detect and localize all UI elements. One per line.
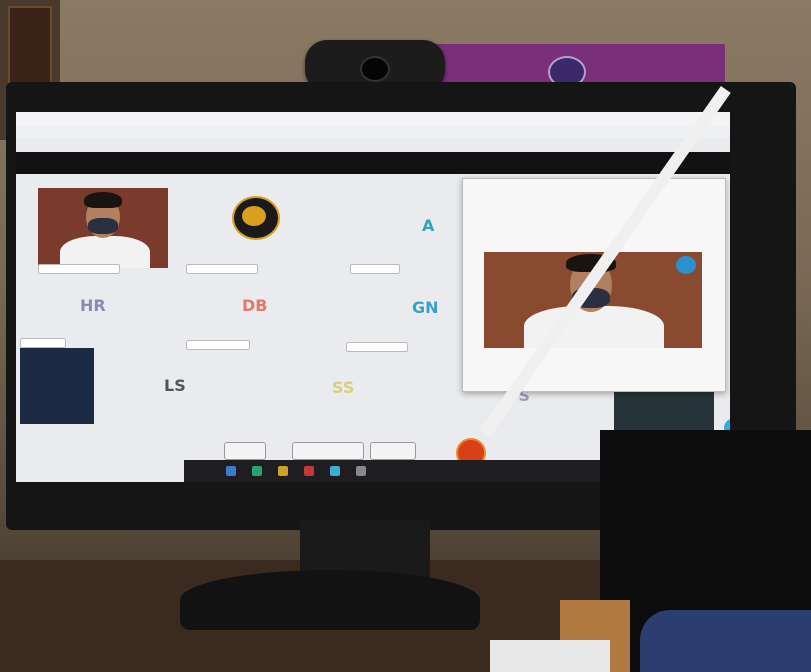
taskbar-app-icon[interactable] [278, 466, 288, 476]
participant-name-chip [186, 340, 250, 350]
webcam-lens [360, 56, 390, 82]
participant-initials-a[interactable]: A [422, 216, 434, 235]
taskbar-app-icon[interactable] [330, 466, 340, 476]
taskbar-app-icon[interactable] [252, 466, 262, 476]
photo-scene: A HR DB GN LS SS VS [0, 0, 811, 672]
control-button[interactable] [224, 442, 266, 460]
participant-initials-gn[interactable]: GN [412, 298, 439, 317]
taskbar-app-icon[interactable] [356, 466, 366, 476]
participant-initials-db[interactable]: DB [242, 296, 267, 315]
participant-video-tile-dark[interactable] [20, 348, 94, 424]
pin-icon[interactable] [676, 256, 696, 274]
participant-name-chip [38, 264, 120, 274]
taskbar-app-icon[interactable] [226, 466, 236, 476]
participant-initials-hr[interactable]: HR [80, 296, 106, 315]
participant-name-chip [346, 342, 408, 352]
participant-mask [88, 218, 118, 234]
control-button[interactable] [370, 442, 416, 460]
control-button[interactable] [292, 442, 364, 460]
taskbar-app-icon[interactable] [304, 466, 314, 476]
participant-initials-ls[interactable]: LS [164, 376, 186, 395]
foreground-paper [490, 640, 610, 672]
participant-initials-ss[interactable]: SS [332, 378, 354, 397]
participant-name-chip [20, 338, 66, 348]
meeting-header-band [16, 152, 730, 174]
menu-bar [16, 126, 730, 138]
emblem-logo-center [242, 206, 266, 226]
app-title-bar [16, 112, 730, 127]
participant-video-tile[interactable] [38, 188, 168, 268]
participant-hair [84, 192, 122, 208]
monitor-stand-base [180, 570, 480, 630]
video-call-screen: A HR DB GN LS SS VS [16, 112, 730, 482]
foreground-cloth [640, 610, 811, 672]
participant-name-chip [186, 264, 258, 274]
participant-name-chip [350, 264, 400, 274]
